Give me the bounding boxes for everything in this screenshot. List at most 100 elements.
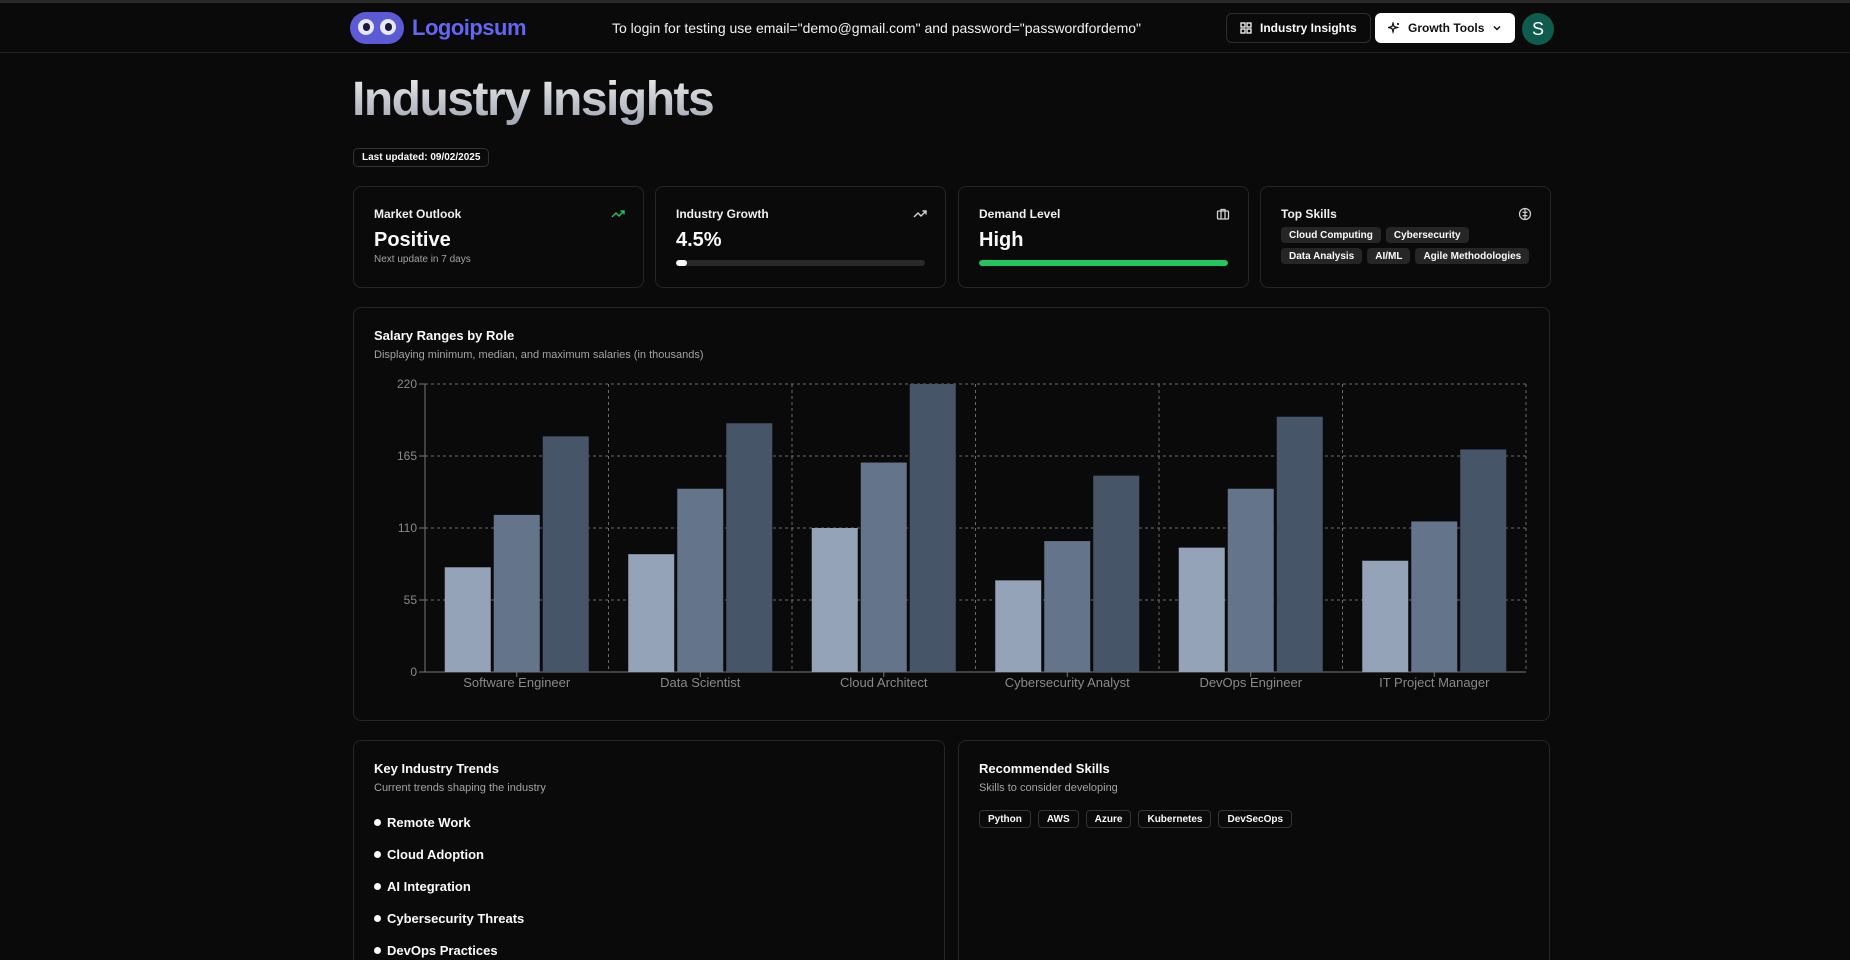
- y-tick-label: 55: [404, 593, 418, 607]
- industry-insights-button[interactable]: Industry Insights: [1226, 13, 1371, 43]
- recommended-skill-chip: Python: [979, 810, 1031, 828]
- y-tick-label: 0: [410, 665, 417, 679]
- recommended-skills-list: Python AWS Azure Kubernetes DevSecOps: [979, 810, 1529, 828]
- top-skill-chip: Data Analysis: [1281, 248, 1363, 264]
- salary-card-subtitle: Displaying minimum, median, and maximum …: [374, 349, 704, 361]
- industry-growth-card: Industry Growth 4.5%: [655, 186, 946, 288]
- sparkles-icon: [1388, 22, 1400, 34]
- bullet-icon: [374, 914, 381, 922]
- bullet-icon: [374, 850, 381, 858]
- salary-bar: [1276, 416, 1323, 672]
- demand-level-label: Demand Level: [979, 207, 1061, 221]
- login-note: To login for testing use email="demo@gma…: [612, 20, 1142, 36]
- x-tick-label: Data Scientist: [660, 675, 741, 690]
- trends-subtitle: Current trends shaping the industry: [374, 782, 546, 794]
- market-outlook-card: Market Outlook Positive Next update in 7…: [353, 186, 644, 288]
- bullet-icon: [374, 882, 381, 890]
- brand-logo[interactable]: Logoipsum: [350, 12, 527, 44]
- growth-tools-button[interactable]: Growth Tools: [1375, 13, 1516, 43]
- y-tick-label: 165: [397, 449, 417, 463]
- brand-name: Logoipsum: [412, 15, 527, 40]
- salary-bar: [628, 554, 675, 672]
- x-tick-label: IT Project Manager: [1379, 675, 1490, 690]
- salary-bar: [1093, 475, 1140, 672]
- top-skill-chip: Agile Methodologies: [1415, 248, 1530, 264]
- logo-mark-icon: [350, 12, 404, 44]
- salary-bar: [1178, 547, 1225, 672]
- market-outlook-sub: Next update in 7 days: [374, 254, 471, 265]
- recommended-skills-card: Recommended Skills Skills to consider de…: [958, 740, 1550, 960]
- key-trends-card: Key Industry Trends Current trends shapi…: [353, 740, 945, 960]
- salary-card-title: Salary Ranges by Role: [374, 328, 515, 343]
- trend-label: Cloud Adoption: [387, 846, 484, 862]
- market-outlook-label: Market Outlook: [374, 207, 462, 221]
- recommended-subtitle: Skills to consider developing: [979, 782, 1118, 794]
- salary-ranges-chart: 0 55 110 165 220 Software Engineer Data Scient…: [397, 377, 1527, 690]
- trending-up-icon: [913, 210, 927, 218]
- recommended-skill-chip: Kubernetes: [1138, 810, 1212, 828]
- trends-list: Remote Work Cloud Adoption AI Integration C…: [374, 806, 924, 960]
- trend-label: Cybersecurity Threats: [387, 910, 525, 926]
- trend-item: AI Integration: [374, 870, 924, 902]
- trend-item: Cloud Adoption: [374, 838, 924, 870]
- top-skill-chip: AI/ML: [1367, 248, 1411, 264]
- trend-label: AI Integration: [387, 878, 471, 894]
- industry-growth-progress: [676, 260, 925, 266]
- chevron-down-icon: [1493, 25, 1501, 31]
- recommended-title: Recommended Skills: [979, 761, 1110, 776]
- x-tick-label: Cloud Architect: [840, 675, 928, 690]
- top-skills-list: Cloud Computing Cybersecurity Data Analysi…: [1281, 227, 1541, 264]
- salary-bar: [1044, 541, 1091, 672]
- y-tick-label: 220: [397, 377, 417, 391]
- industry-growth-progress-fill: [676, 260, 688, 266]
- salary-bar: [1227, 488, 1274, 672]
- x-tick-label: Cybersecurity Analyst: [1005, 675, 1130, 690]
- x-tick-label: DevOps Engineer: [1199, 675, 1302, 690]
- trend-label: Remote Work: [387, 814, 471, 830]
- demand-level-card: Demand Level High: [958, 186, 1249, 288]
- industry-growth-value: 4.5%: [676, 229, 722, 251]
- industry-insights-label: Industry Insights: [1260, 21, 1357, 35]
- trend-item: Cybersecurity Threats: [374, 902, 924, 934]
- salary-bar: [444, 567, 491, 672]
- salary-bar: [811, 528, 858, 672]
- top-skills-card: Top Skills Cloud Computing Cybersecurity D…: [1260, 186, 1551, 288]
- salary-bar: [1362, 560, 1409, 672]
- demand-level-progress: [979, 260, 1228, 266]
- brain-icon: [1518, 207, 1532, 221]
- x-tick-label: Software Engineer: [463, 675, 571, 690]
- recommended-skill-chip: Azure: [1085, 810, 1132, 828]
- trend-item: DevOps Practices: [374, 934, 924, 960]
- last-updated-badge: Last updated: 09/02/2025: [353, 148, 490, 167]
- page-title: Industry Insights: [352, 73, 715, 126]
- bullet-icon: [374, 946, 381, 954]
- market-outlook-value: Positive: [374, 229, 451, 251]
- salary-bar: [909, 384, 956, 672]
- briefcase-icon: [1216, 208, 1230, 220]
- top-skill-chip: Cybersecurity: [1385, 227, 1469, 243]
- salary-bar: [493, 514, 540, 672]
- recommended-skill-chip: DevSecOps: [1218, 810, 1293, 828]
- salary-bar: [677, 488, 724, 672]
- demand-level-value: High: [979, 229, 1024, 251]
- salary-bar: [995, 580, 1042, 672]
- trend-label: DevOps Practices: [387, 942, 498, 958]
- top-skills-label: Top Skills: [1281, 207, 1337, 221]
- salary-bar: [542, 436, 589, 672]
- demand-level-progress-fill: [979, 260, 1228, 266]
- y-tick-label: 110: [398, 521, 417, 535]
- salary-bar: [860, 462, 907, 672]
- industry-growth-label: Industry Growth: [676, 207, 769, 221]
- top-skill-chip: Cloud Computing: [1281, 227, 1381, 243]
- salary-bar: [1411, 521, 1458, 672]
- recommended-skill-chip: AWS: [1037, 810, 1079, 828]
- user-avatar[interactable]: S: [1522, 13, 1554, 45]
- salary-bar: [726, 423, 773, 672]
- bullet-icon: [374, 818, 381, 826]
- trend-item: Remote Work: [374, 806, 924, 838]
- trending-up-icon: [611, 210, 625, 218]
- growth-tools-label: Growth Tools: [1408, 21, 1485, 35]
- trends-title: Key Industry Trends: [374, 761, 499, 776]
- dashboard-icon: [1240, 22, 1252, 34]
- top-navbar: Logoipsum To login for testing use email…: [0, 3, 1850, 53]
